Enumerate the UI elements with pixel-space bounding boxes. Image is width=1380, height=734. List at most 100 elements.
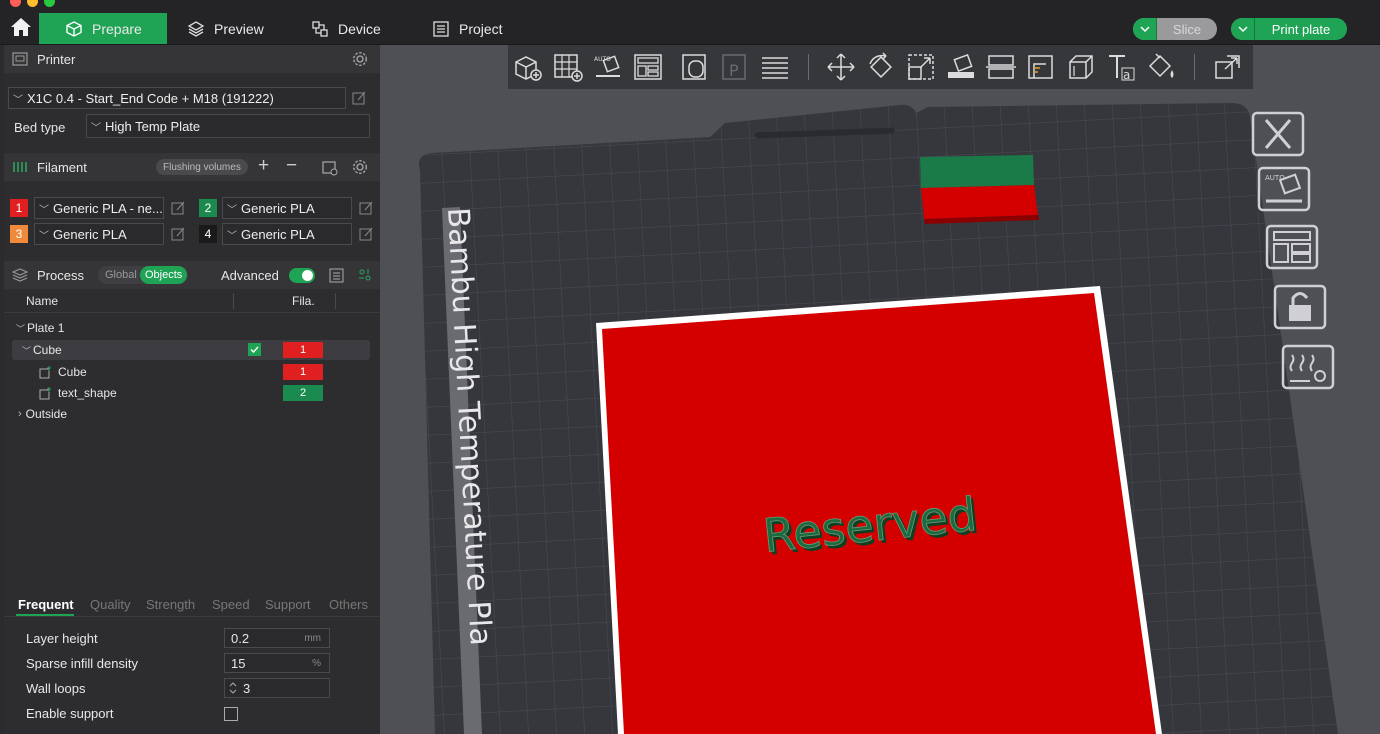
filament-slot-1-select[interactable]: ﹀ Generic PLA - ne... bbox=[34, 197, 164, 219]
filament-section-header: Filament Flushing volumes + − bbox=[4, 153, 380, 181]
bed-type-value: High Temp Plate bbox=[105, 118, 201, 134]
fila-badge[interactable]: 2 bbox=[283, 385, 323, 401]
color-painting-icon[interactable] bbox=[1146, 52, 1176, 82]
list-icon[interactable] bbox=[329, 268, 344, 283]
filament-slot-4-select[interactable]: ﹀ Generic PLA bbox=[222, 223, 352, 245]
edit-icon[interactable] bbox=[359, 201, 373, 215]
home-icon[interactable] bbox=[10, 17, 32, 37]
tree-row-label: Cube bbox=[33, 343, 62, 357]
add-filament-button[interactable]: + bbox=[258, 155, 269, 177]
tree-row-text-shape[interactable]: text_shape bbox=[4, 383, 380, 403]
gear-icon[interactable] bbox=[352, 51, 368, 67]
filament-section-title: Filament bbox=[37, 159, 87, 175]
rotate-icon[interactable] bbox=[866, 52, 896, 82]
chevron-down-icon: ﹀ bbox=[91, 122, 101, 134]
global-scope-option[interactable]: Global bbox=[105, 269, 137, 281]
objects-scope-option[interactable]: Objects bbox=[140, 266, 188, 284]
tab-speed[interactable]: Speed bbox=[212, 597, 250, 612]
stepper-arrows-icon[interactable] bbox=[229, 681, 237, 695]
filament-slot-2-badge[interactable]: 2 bbox=[199, 199, 217, 217]
arrange-icon[interactable] bbox=[633, 52, 663, 82]
split-parts-icon[interactable]: P bbox=[720, 52, 750, 82]
bed-type-select[interactable]: ﹀ High Temp Plate bbox=[86, 114, 370, 138]
lock-icon[interactable] bbox=[1272, 283, 1328, 331]
print-dropdown-chevron-icon[interactable] bbox=[1231, 18, 1255, 40]
filament-icon bbox=[13, 162, 27, 172]
slice-button[interactable]: Slice bbox=[1133, 18, 1217, 40]
advanced-toggle[interactable] bbox=[289, 268, 315, 283]
add-object-icon[interactable] bbox=[513, 52, 543, 82]
edit-icon[interactable] bbox=[171, 227, 185, 241]
tab-frequent[interactable]: Frequent bbox=[18, 597, 74, 612]
fila-badge[interactable]: 1 bbox=[283, 342, 323, 358]
move-icon[interactable] bbox=[826, 52, 856, 82]
advanced-label: Advanced bbox=[221, 268, 279, 283]
scale-icon[interactable] bbox=[906, 52, 936, 82]
red-block-bottom bbox=[921, 185, 1038, 219]
tab-project[interactable]: Project bbox=[432, 13, 503, 44]
chevron-down-icon: ﹀ bbox=[39, 204, 49, 216]
filament-slot-3-badge[interactable]: 3 bbox=[10, 225, 28, 243]
tab-preview[interactable]: Preview bbox=[187, 13, 264, 44]
3d-viewport[interactable]: Bambu High Temperature Pla Reserved Rese… bbox=[380, 45, 1380, 734]
cut-icon[interactable] bbox=[986, 52, 1016, 82]
sync-filament-icon[interactable] bbox=[322, 160, 338, 176]
layers-editing-icon[interactable] bbox=[760, 52, 790, 82]
chevron-down-icon[interactable]: ﹀ bbox=[16, 322, 25, 335]
tab-prepare[interactable]: Prepare bbox=[39, 13, 167, 44]
tab-strength[interactable]: Strength bbox=[146, 597, 195, 612]
variable-layer-height-icon[interactable] bbox=[1026, 52, 1056, 82]
object-settings-icon[interactable] bbox=[358, 268, 372, 282]
tree-row-cube-part[interactable]: Cube bbox=[4, 362, 380, 382]
tree-row-label: Outside bbox=[25, 407, 68, 421]
layer-height-input[interactable]: 0.2 mm bbox=[224, 628, 330, 648]
sparse-infill-input[interactable]: 15 % bbox=[224, 653, 330, 673]
tab-others[interactable]: Others bbox=[329, 597, 368, 612]
zoom-window-button[interactable] bbox=[44, 0, 55, 7]
text-tool-icon[interactable]: a bbox=[1106, 52, 1136, 82]
close-window-button[interactable] bbox=[10, 0, 21, 7]
filament-slot-2-select[interactable]: ﹀ Generic PLA bbox=[222, 197, 352, 219]
fila-badge[interactable]: 1 bbox=[283, 364, 323, 380]
tab-device[interactable]: Device bbox=[311, 13, 381, 44]
tree-row-outside[interactable]: › Outside bbox=[4, 404, 380, 424]
filament-slot-1-badge[interactable]: 1 bbox=[10, 199, 28, 217]
tree-row-plate[interactable]: ﹀ Plate 1 bbox=[4, 318, 380, 338]
column-fila-header[interactable]: Fila. bbox=[292, 294, 315, 308]
edit-icon[interactable] bbox=[359, 227, 373, 241]
chevron-right-icon[interactable]: › bbox=[18, 408, 22, 420]
enable-support-checkbox[interactable] bbox=[224, 707, 238, 721]
device-icon bbox=[312, 20, 328, 37]
close-icon[interactable] bbox=[1250, 110, 1306, 158]
tab-quality[interactable]: Quality bbox=[90, 597, 130, 612]
auto-orient-icon[interactable]: AUTO bbox=[1256, 165, 1312, 213]
column-name-header[interactable]: Name bbox=[26, 294, 58, 308]
chevron-down-icon[interactable]: ﹀ bbox=[22, 344, 31, 357]
slicing-settings-icon[interactable] bbox=[1280, 343, 1336, 391]
gear-icon[interactable] bbox=[352, 159, 368, 175]
chevron-down-icon: ﹀ bbox=[13, 94, 23, 106]
support-painting-icon[interactable] bbox=[1066, 52, 1096, 82]
edit-icon[interactable] bbox=[171, 201, 185, 215]
tab-support[interactable]: Support bbox=[265, 597, 311, 612]
auto-orient-icon[interactable]: AUTO bbox=[593, 52, 623, 82]
add-plate-icon[interactable] bbox=[553, 52, 583, 82]
remove-filament-button[interactable]: − bbox=[286, 155, 297, 177]
printer-profile-select[interactable]: ﹀ X1C 0.4 - Start_End Code + M18 (191222… bbox=[8, 87, 346, 109]
assembly-icon[interactable] bbox=[1213, 52, 1243, 82]
filament-slot-3-select[interactable]: ﹀ Generic PLA bbox=[34, 223, 164, 245]
wall-loops-value: 3 bbox=[243, 680, 251, 696]
slice-dropdown-chevron-icon[interactable] bbox=[1133, 18, 1157, 40]
edit-icon[interactable] bbox=[352, 91, 366, 105]
split-objects-icon[interactable] bbox=[680, 52, 710, 82]
minimize-window-button[interactable] bbox=[27, 0, 38, 7]
flushing-volumes-button[interactable]: Flushing volumes bbox=[156, 159, 248, 175]
filament-slot-4-badge[interactable]: 4 bbox=[199, 225, 217, 243]
bed-type-label: Bed type bbox=[14, 120, 66, 135]
tab-preview-label: Preview bbox=[214, 20, 264, 37]
arrange-icon[interactable] bbox=[1264, 223, 1320, 271]
lay-on-face-icon[interactable] bbox=[946, 52, 976, 82]
print-plate-button[interactable]: Print plate bbox=[1231, 18, 1347, 40]
check-icon[interactable] bbox=[248, 343, 261, 356]
wall-loops-stepper[interactable]: 3 bbox=[224, 678, 330, 698]
